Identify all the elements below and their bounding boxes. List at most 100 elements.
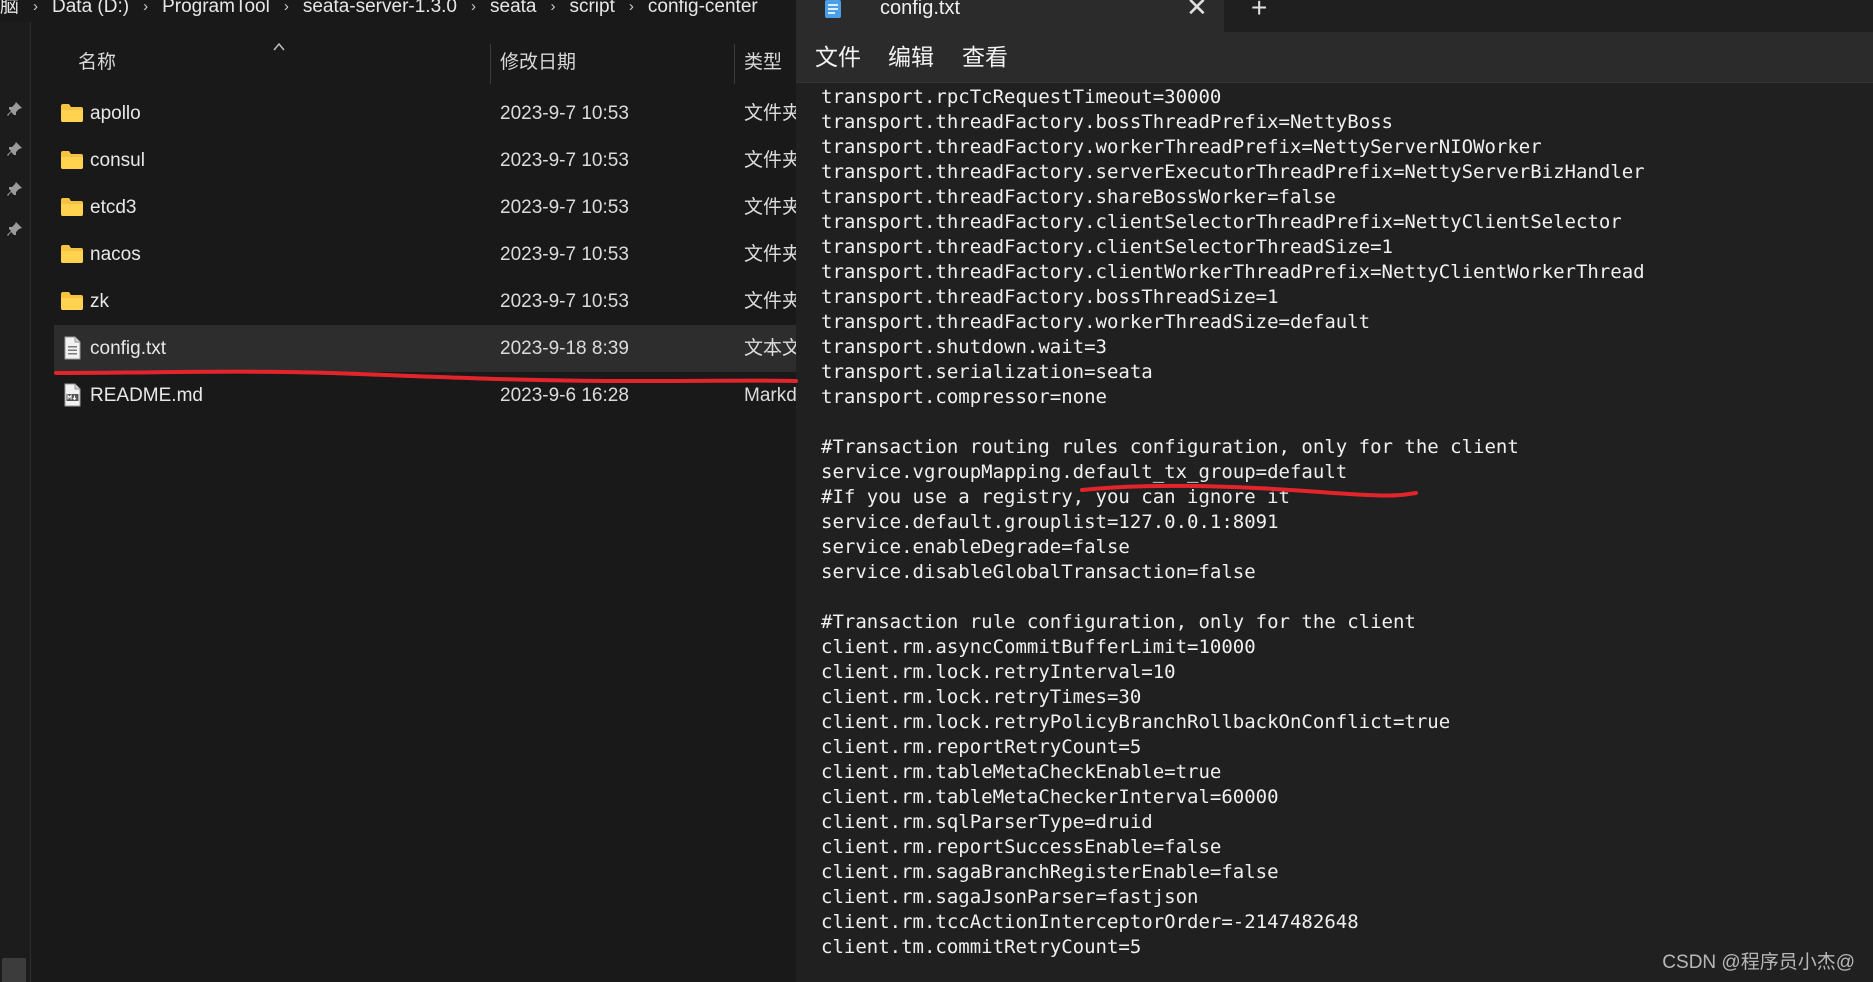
breadcrumb-item[interactable]: config-center xyxy=(648,0,758,16)
code-line[interactable]: #Transaction routing rules configuration… xyxy=(821,435,1645,460)
breadcrumb-separator[interactable]: › xyxy=(284,0,289,14)
folder-icon xyxy=(60,101,84,125)
column-header-type[interactable]: 类型 xyxy=(744,40,782,90)
file-row[interactable]: apollo 2023-9-7 10:53 文件夹 xyxy=(54,90,796,137)
screen: 脑 › Data (D:) › ProgramTool › seata-server-1.3… xyxy=(0,0,1873,982)
code-line[interactable]: client.rm.sqlParserType=druid xyxy=(821,810,1645,835)
tab-config-txt[interactable]: config.txt ✕ xyxy=(796,0,1224,32)
code-line[interactable]: transport.threadFactory.clientWorkerThre… xyxy=(821,260,1645,285)
file-row[interactable]: config.txt 2023-9-18 8:39 文本文档 xyxy=(54,325,796,372)
code-line[interactable]: client.rm.sagaBranchRegisterEnable=false xyxy=(821,860,1645,885)
breadcrumb-separator[interactable]: › xyxy=(550,0,555,14)
code-line[interactable]: transport.serialization=seata xyxy=(821,360,1645,385)
file-modified-date: 2023-9-7 10:53 xyxy=(500,244,629,265)
breadcrumb-separator[interactable]: › xyxy=(33,0,38,14)
code-line[interactable]: service.default.grouplist=127.0.0.1:8091 xyxy=(821,510,1645,535)
code-line[interactable]: client.rm.tableMetaCheckerInterval=60000 xyxy=(821,785,1645,810)
code-line[interactable]: client.rm.reportRetryCount=5 xyxy=(821,735,1645,760)
breadcrumb-separator[interactable]: › xyxy=(629,0,634,14)
column-header-name[interactable]: 名称 xyxy=(78,40,116,90)
folder-icon xyxy=(60,195,84,219)
column-header-row: 名称 修改日期 类型 xyxy=(54,40,796,90)
file-modified-date: 2023-9-6 16:28 xyxy=(500,385,629,406)
watermark: CSDN @程序员小杰@ xyxy=(1662,952,1855,973)
file-explorer-window: 脑 › Data (D:) › ProgramTool › seata-server-1.3… xyxy=(0,0,796,982)
breadcrumb-item[interactable]: seata-server-1.3.0 xyxy=(303,0,457,16)
file-type: 文件夹 xyxy=(744,150,796,171)
code-line[interactable]: client.rm.tccActionInterceptorOrder=-214… xyxy=(821,910,1645,935)
file-row[interactable]: README.md 2023-9-6 16:28 Markdown xyxy=(54,372,796,419)
code-line[interactable]: transport.threadFactory.serverExecutorTh… xyxy=(821,160,1645,185)
pin-icon[interactable] xyxy=(6,100,24,118)
breadcrumb-item[interactable]: seata xyxy=(490,0,536,16)
file-row[interactable]: consul 2023-9-7 10:53 文件夹 xyxy=(54,137,796,184)
code-line[interactable]: service.disableGlobalTransaction=false xyxy=(821,560,1645,585)
notepad-document-icon xyxy=(822,0,844,22)
folder-icon xyxy=(60,289,84,313)
code-line[interactable]: transport.rpcTcRequestTimeout=30000 xyxy=(821,85,1645,110)
notepad-title-bar: config.txt ✕ + xyxy=(796,0,1873,32)
menu-edit[interactable]: 编辑 xyxy=(888,32,934,82)
notepad-menu-bar: 文件 编辑 查看 xyxy=(796,32,1873,83)
file-modified-date: 2023-9-7 10:53 xyxy=(500,103,629,124)
new-tab-plus-icon[interactable]: + xyxy=(1251,0,1267,22)
code-line[interactable]: client.rm.tableMetaCheckEnable=true xyxy=(821,760,1645,785)
editor-text[interactable]: transport.rpcTcRequestTimeout=30000 trans… xyxy=(821,85,1645,960)
file-name: config.txt xyxy=(90,338,167,359)
breadcrumb-separator[interactable]: › xyxy=(143,0,148,14)
file-row[interactable]: zk 2023-9-7 10:53 文件夹 xyxy=(54,278,796,325)
code-line[interactable]: client.rm.lock.retryTimes=30 xyxy=(821,685,1645,710)
code-line[interactable]: transport.threadFactory.workerThreadPref… xyxy=(821,135,1645,160)
code-line[interactable]: client.rm.sagaJsonParser=fastjson xyxy=(821,885,1645,910)
text-editor-area[interactable]: transport.rpcTcRequestTimeout=30000 trans… xyxy=(796,83,1873,982)
column-header-modified[interactable]: 修改日期 xyxy=(500,40,576,90)
file-modified-date: 2023-9-7 10:53 xyxy=(500,197,629,218)
code-line[interactable]: service.vgroupMapping.default_tx_group=d… xyxy=(821,460,1645,485)
file-modified-date: 2023-9-7 10:53 xyxy=(500,150,629,171)
code-line[interactable]: service.enableDegrade=false xyxy=(821,535,1645,560)
breadcrumb-item[interactable]: script xyxy=(569,0,614,16)
breadcrumb-separator[interactable]: › xyxy=(471,0,476,14)
file-name: etcd3 xyxy=(90,197,137,218)
file-modified-date: 2023-9-7 10:53 xyxy=(500,291,629,312)
code-line[interactable]: transport.shutdown.wait=3 xyxy=(821,335,1645,360)
breadcrumb-item[interactable]: 脑 xyxy=(0,0,19,16)
menu-file[interactable]: 文件 xyxy=(815,32,861,82)
code-line[interactable]: client.rm.reportSuccessEnable=false xyxy=(821,835,1645,860)
code-line[interactable]: transport.compressor=none xyxy=(821,385,1645,410)
file-type: 文件夹 xyxy=(744,291,796,312)
file-row[interactable]: etcd3 2023-9-7 10:53 文件夹 xyxy=(54,184,796,231)
column-divider[interactable] xyxy=(734,44,735,84)
navigation-scrollbar-thumb[interactable] xyxy=(2,958,26,982)
pin-icon[interactable] xyxy=(6,220,24,238)
text-file-icon xyxy=(60,336,84,360)
code-line[interactable]: transport.threadFactory.bossThreadSize=1 xyxy=(821,285,1645,310)
code-line[interactable]: transport.threadFactory.clientSelectorTh… xyxy=(821,210,1645,235)
code-line[interactable] xyxy=(821,585,1645,610)
code-line[interactable]: transport.threadFactory.shareBossWorker=… xyxy=(821,185,1645,210)
code-line[interactable]: transport.threadFactory.workerThreadSize… xyxy=(821,310,1645,335)
tab-title: config.txt xyxy=(880,0,961,19)
pin-icon[interactable] xyxy=(6,180,24,198)
code-line[interactable]: client.rm.asyncCommitBufferLimit=10000 xyxy=(821,635,1645,660)
navigation-pane-strip xyxy=(0,22,31,982)
code-line[interactable]: client.rm.lock.retryPolicyBranchRollback… xyxy=(821,710,1645,735)
code-line[interactable] xyxy=(821,410,1645,435)
code-line[interactable]: #If you use a registry, you can ignore i… xyxy=(821,485,1645,510)
breadcrumb-item[interactable]: Data (D:) xyxy=(52,0,129,16)
breadcrumb-item[interactable]: ProgramTool xyxy=(162,0,270,16)
pin-icon[interactable] xyxy=(6,140,24,158)
code-line[interactable]: client.rm.lock.retryInterval=10 xyxy=(821,660,1645,685)
code-line[interactable]: #Transaction rule configuration, only fo… xyxy=(821,610,1645,635)
code-line[interactable]: client.tm.commitRetryCount=5 xyxy=(821,935,1645,960)
column-divider[interactable] xyxy=(490,44,491,84)
breadcrumb: 脑 › Data (D:) › ProgramTool › seata-server-1.3… xyxy=(0,0,796,22)
file-list: apollo 2023-9-7 10:53 文件夹 consul 2023-9-7 10… xyxy=(54,90,796,419)
file-row[interactable]: nacos 2023-9-7 10:53 文件夹 xyxy=(54,231,796,278)
file-name: apollo xyxy=(90,103,141,124)
menu-view[interactable]: 查看 xyxy=(962,32,1008,82)
close-icon[interactable]: ✕ xyxy=(1186,0,1208,20)
code-line[interactable]: transport.threadFactory.clientSelectorTh… xyxy=(821,235,1645,260)
code-line[interactable]: transport.threadFactory.bossThreadPrefix… xyxy=(821,110,1645,135)
markdown-file-icon xyxy=(60,383,84,407)
